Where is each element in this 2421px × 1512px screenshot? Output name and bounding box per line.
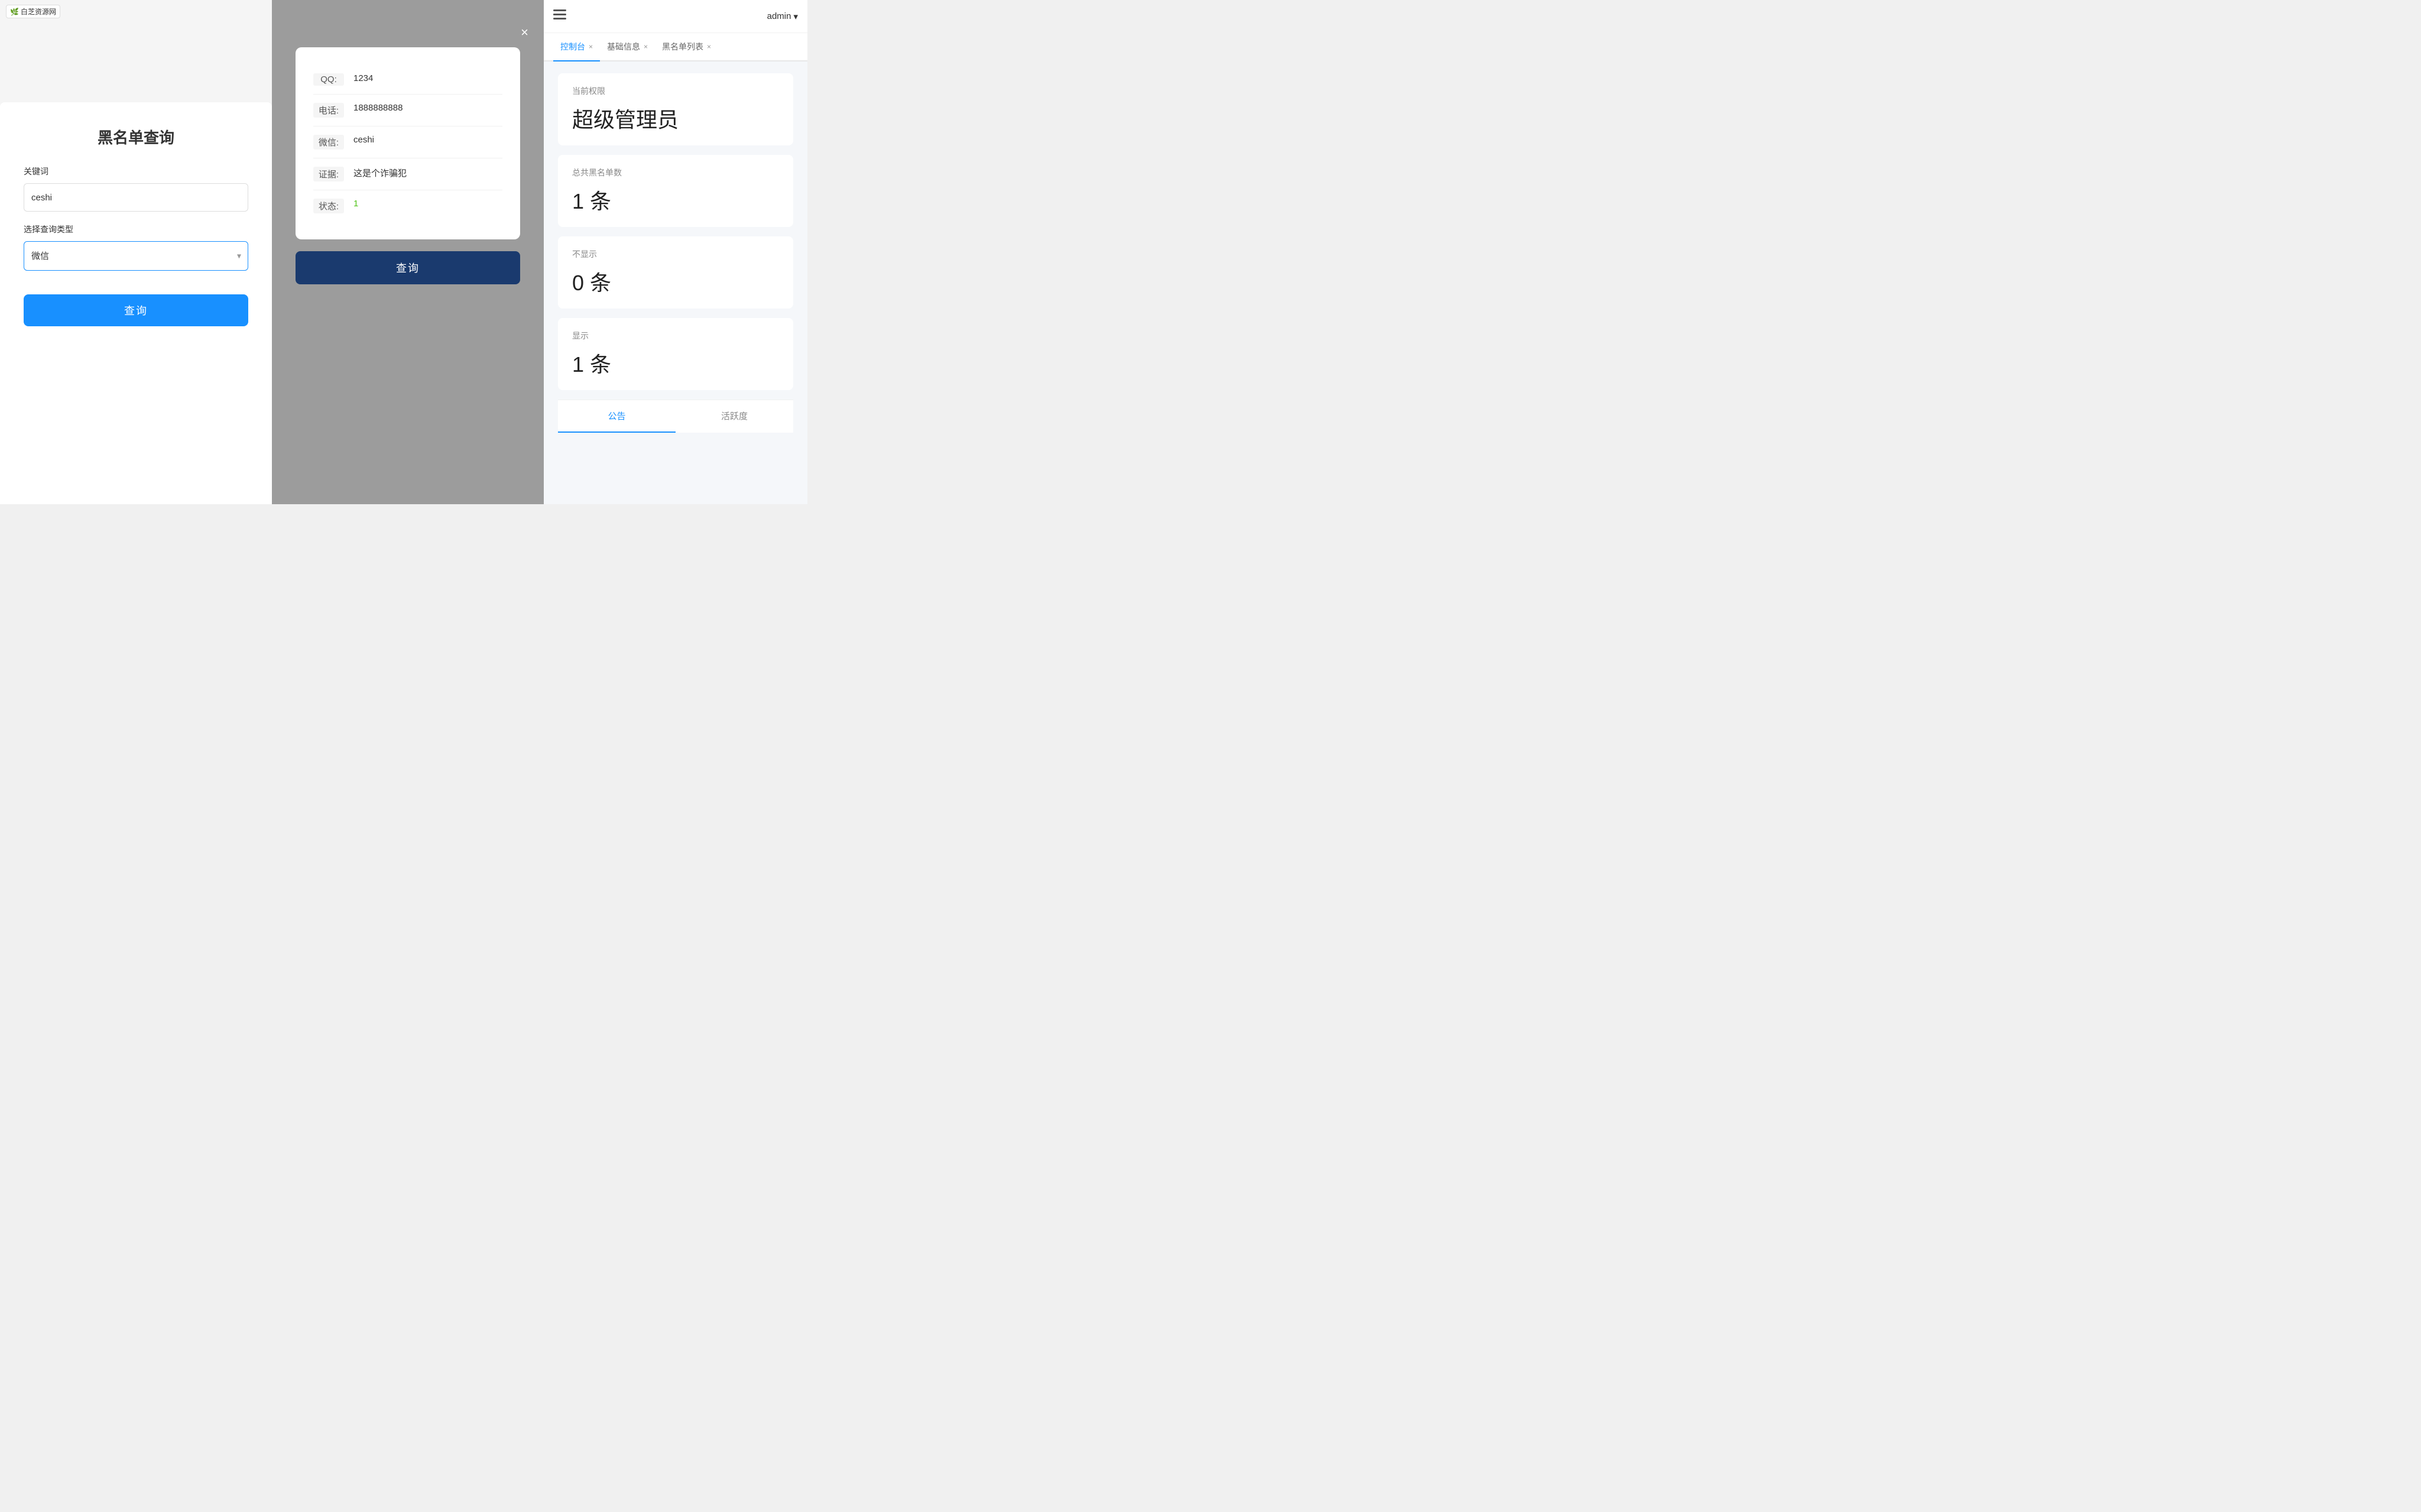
tab-blacklist-close[interactable]: × [707,43,711,50]
menu-icon[interactable] [553,9,566,24]
visible-label: 显示 [572,330,779,342]
tab-blacklist[interactable]: 黑名单列表 × [655,33,718,61]
right-panel: admin ▾ 控制台 × 基础信息 × 黑名单列表 × 当前权限 超级管理员 … [544,0,807,504]
qq-value: 1234 [353,73,502,83]
query-title: 黑名单查询 [24,126,248,148]
hidden-value: 0 条 [572,266,779,297]
total-label: 总共黑名单数 [572,167,779,179]
stat-card-permission: 当前权限 超级管理员 [558,73,793,145]
wechat-value: ceshi [353,135,502,145]
tabs-bar: 控制台 × 基础信息 × 黑名单列表 × [544,33,807,61]
phone-value: 1888888888 [353,103,502,113]
status-label: 状态: [313,199,344,213]
right-header: admin ▾ [544,0,807,33]
stat-card-total: 总共黑名单数 1 条 [558,155,793,227]
left-panel: 🌿 白芝资源网 黑名单查询 关键词 选择查询类型 QQ 电话 微信 证据 ▾ 查… [0,0,272,504]
stat-card-hidden: 不显示 0 条 [558,236,793,309]
hidden-label: 不显示 [572,248,779,260]
logo-label: 白芝资源网 [21,7,56,17]
admin-button[interactable]: admin ▾ [767,11,798,22]
qq-label: QQ: [313,73,344,86]
stat-card-visible: 显示 1 条 [558,318,793,390]
logo: 🌿 白芝资源网 [6,5,60,18]
result-row-wechat: 微信: ceshi [313,126,502,158]
result-row-evidence: 证据: 这是个诈骗犯 [313,158,502,190]
status-value: 1 [353,199,502,209]
tab-basic-info-close[interactable]: × [644,43,648,50]
right-content: 当前权限 超级管理员 总共黑名单数 1 条 不显示 0 条 显示 1 条 公告 … [544,61,807,504]
close-button[interactable]: × [521,26,528,39]
bottom-tab-activity-label: 活跃度 [721,411,748,421]
phone-label: 电话: [313,103,344,118]
keyword-label: 关键词 [24,166,248,177]
evidence-label: 证据: [313,167,344,181]
result-row-qq: QQ: 1234 [313,65,502,95]
select-label: 选择查询类型 [24,223,248,235]
bottom-tab-announcement-label: 公告 [608,411,625,421]
query-type-select[interactable]: QQ 电话 微信 证据 [24,241,248,271]
dropdown-icon: ▾ [793,11,798,22]
permission-label: 当前权限 [572,85,779,97]
tab-basic-info-label: 基础信息 [607,41,640,53]
total-value: 1 条 [572,184,779,215]
tab-basic-info[interactable]: 基础信息 × [600,33,655,61]
bottom-tabs: 公告 活跃度 [558,400,793,433]
result-row-phone: 电话: 1888888888 [313,95,502,126]
logo-icon: 🌿 [10,8,19,16]
logo-box: 🌿 白芝资源网 [6,5,60,18]
select-wrapper: QQ 电话 微信 证据 ▾ [24,241,248,271]
left-query-button[interactable]: 查询 [24,294,248,326]
tab-dashboard-close[interactable]: × [589,43,593,50]
permission-value: 超级管理员 [572,103,779,134]
evidence-value: 这是个诈骗犯 [353,167,502,179]
tab-dashboard[interactable]: 控制台 × [553,33,600,61]
middle-query-button[interactable]: 查询 [296,251,520,284]
middle-overlay: × QQ: 1234 电话: 1888888888 微信: ceshi 证据: … [272,0,544,504]
wechat-label: 微信: [313,135,344,150]
admin-label: admin [767,11,791,21]
result-row-status: 状态: 1 [313,190,502,222]
bottom-tab-announcement[interactable]: 公告 [558,400,676,433]
result-dialog: × QQ: 1234 电话: 1888888888 微信: ceshi 证据: … [296,47,520,239]
left-content: 黑名单查询 关键词 选择查询类型 QQ 电话 微信 证据 ▾ 查询 [0,102,272,504]
tab-blacklist-label: 黑名单列表 [662,41,703,53]
keyword-input[interactable] [24,183,248,212]
bottom-tab-activity[interactable]: 活跃度 [676,400,793,433]
visible-value: 1 条 [572,348,779,378]
tab-dashboard-label: 控制台 [560,41,585,53]
